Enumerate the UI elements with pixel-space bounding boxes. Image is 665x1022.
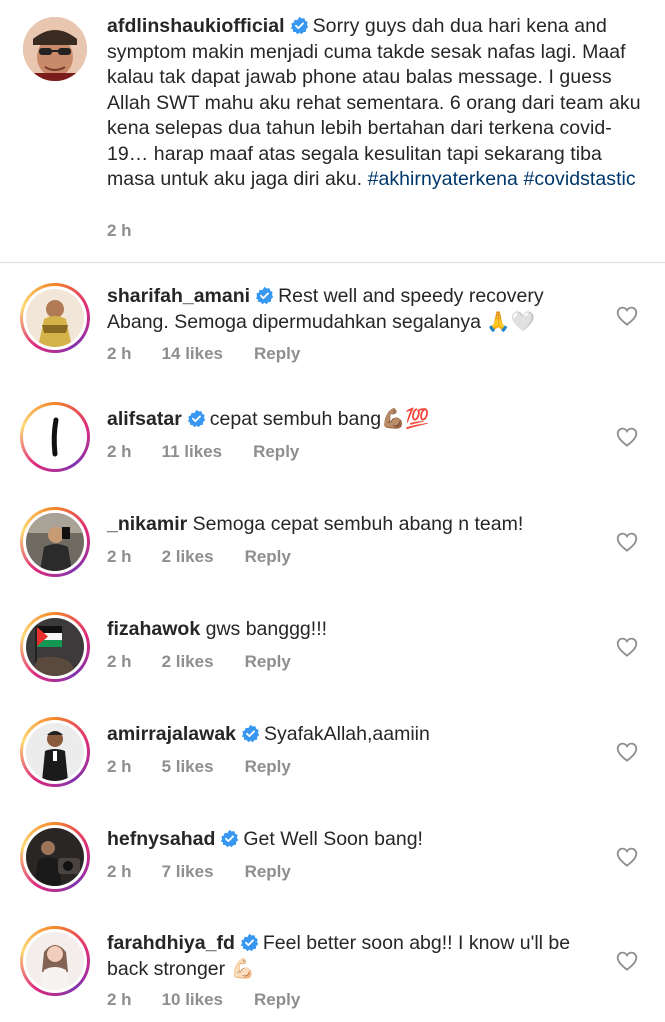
- comment-likes[interactable]: 10 likes: [162, 990, 223, 1010]
- verified-badge-icon: [240, 933, 259, 952]
- comment-avatar[interactable]: [20, 402, 90, 472]
- comment-avatar[interactable]: [20, 822, 90, 892]
- heart-outline-icon[interactable]: [616, 637, 638, 657]
- verified-badge-icon: [241, 724, 260, 743]
- comment-likes[interactable]: 14 likes: [162, 344, 223, 364]
- comment-text-block: amirrajalawak SyafakAllah,aamiin: [107, 722, 597, 748]
- heart-outline-icon[interactable]: [616, 306, 638, 326]
- comment-text-block: farahdhiya_fd Feel better soon abg!! I kn…: [107, 931, 597, 982]
- comment-text-block: alifsatar cepat sembuh bang💪🏽💯: [107, 407, 597, 433]
- reply-button[interactable]: Reply: [253, 442, 299, 462]
- comment-body: SyafakAllah,aamiin: [264, 723, 430, 745]
- comment-meta: 2 h 14 likes Reply: [107, 344, 300, 364]
- heart-outline-icon[interactable]: [616, 951, 638, 971]
- comment-username[interactable]: alifsatar: [107, 408, 182, 430]
- comment-time: 2 h: [107, 547, 132, 566]
- comment-username[interactable]: amirrajalawak: [107, 723, 236, 745]
- caption-text-block: afdlinshaukiofficial Sorry guys dah dua h…: [107, 14, 647, 193]
- comment-avatar[interactable]: [20, 507, 90, 577]
- caption-time: 2 h: [107, 221, 132, 240]
- comment-meta: 2 h 7 likes Reply: [107, 862, 291, 882]
- comment-avatar[interactable]: [20, 926, 90, 996]
- verified-badge-icon: [221, 829, 239, 848]
- comment-time: 2 h: [107, 652, 132, 671]
- verified-badge-icon: [290, 16, 308, 35]
- comments-screen: afdlinshaukiofficial Sorry guys dah dua h…: [0, 0, 665, 1022]
- caption-avatar[interactable]: [23, 17, 87, 81]
- comment-avatar[interactable]: [20, 283, 90, 353]
- comment-username[interactable]: farahdhiya_fd: [107, 932, 235, 954]
- comment-likes[interactable]: 2 likes: [162, 547, 214, 567]
- comment-meta: 2 h 11 likes Reply: [107, 442, 299, 462]
- comment-body: gws banggg!!!: [205, 618, 328, 640]
- caption-divider: [0, 262, 665, 263]
- comment-body: Get Well Soon bang!: [243, 828, 423, 850]
- comment-text-block: sharifah_amani Rest well and speedy recov…: [107, 284, 597, 335]
- comment-username[interactable]: _nikamir: [107, 513, 187, 535]
- comment-time: 2 h: [107, 442, 132, 461]
- reply-button[interactable]: Reply: [245, 652, 291, 672]
- comment-body: Semoga cepat sembuh abang n team!: [192, 513, 524, 535]
- comment-time: 2 h: [107, 990, 132, 1009]
- comment-text-block: fizahawok gws banggg!!!: [107, 617, 597, 643]
- comment-time: 2 h: [107, 862, 132, 881]
- post-caption: afdlinshaukiofficial Sorry guys dah dua h…: [0, 0, 665, 262]
- comment-likes[interactable]: 7 likes: [162, 862, 214, 882]
- comment-text-block: _nikamir Semoga cepat sembuh abang n tea…: [107, 512, 597, 538]
- heart-outline-icon[interactable]: [616, 742, 638, 762]
- comment-time: 2 h: [107, 344, 132, 363]
- verified-badge-icon: [187, 409, 206, 428]
- caption-meta: 2 h: [107, 221, 132, 241]
- caption-username[interactable]: afdlinshaukiofficial: [107, 15, 285, 37]
- comment-meta: 2 h 5 likes Reply: [107, 757, 291, 777]
- comment-meta: 2 h 2 likes Reply: [107, 652, 291, 672]
- comment-likes[interactable]: 2 likes: [162, 652, 214, 672]
- comment-avatar[interactable]: [20, 612, 90, 682]
- comment-body: cepat sembuh bang💪🏽💯: [209, 408, 430, 430]
- reply-button[interactable]: Reply: [245, 757, 291, 777]
- reply-button[interactable]: Reply: [254, 990, 300, 1010]
- comment-likes[interactable]: 11 likes: [162, 442, 223, 462]
- caption-body: Sorry guys dah dua hari kena and symptom…: [107, 15, 641, 190]
- comment-text-block: hefnysahad Get Well Soon bang!: [107, 827, 597, 853]
- reply-button[interactable]: Reply: [254, 344, 300, 364]
- hashtag-link[interactable]: #covidstastic: [523, 168, 635, 190]
- comment-username[interactable]: sharifah_amani: [107, 285, 250, 307]
- heart-outline-icon[interactable]: [616, 847, 638, 867]
- comment-username[interactable]: hefnysahad: [107, 828, 215, 850]
- comment-meta: 2 h 2 likes Reply: [107, 547, 291, 567]
- comment-likes[interactable]: 5 likes: [162, 757, 214, 777]
- heart-outline-icon[interactable]: [616, 532, 638, 552]
- reply-button[interactable]: Reply: [245, 862, 291, 882]
- comment-time: 2 h: [107, 757, 132, 776]
- comment-meta: 2 h 10 likes Reply: [107, 990, 300, 1010]
- reply-button[interactable]: Reply: [245, 547, 291, 567]
- comment-avatar[interactable]: [20, 717, 90, 787]
- heart-outline-icon[interactable]: [616, 427, 638, 447]
- hashtag-link[interactable]: #akhirnyaterkena: [368, 168, 518, 190]
- comment-username[interactable]: fizahawok: [107, 618, 200, 640]
- verified-badge-icon: [255, 286, 274, 305]
